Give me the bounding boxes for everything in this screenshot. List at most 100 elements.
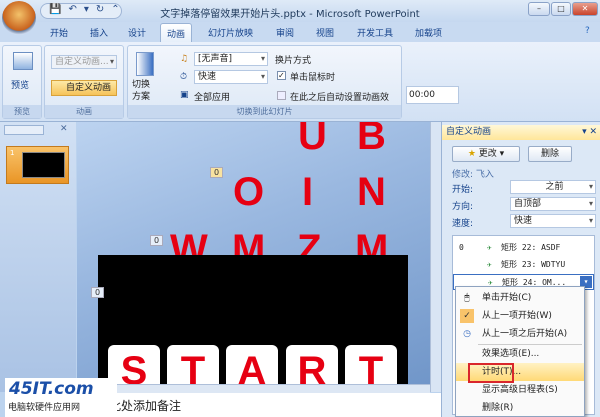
speed-dropdown[interactable]: 快速: [510, 214, 596, 228]
group-label: 动画: [45, 105, 123, 118]
repeat-icon[interactable]: ⌃: [111, 4, 119, 18]
undo-icon[interactable]: ↶: [68, 4, 76, 18]
mouse-icon: 🖱: [464, 293, 470, 303]
item-label: 矩形 23: WDTYU: [501, 260, 566, 269]
animation-tag[interactable]: 0: [210, 167, 224, 178]
close-icon[interactable]: ▾ ✕: [582, 125, 597, 140]
tab-developer[interactable]: 开发工具: [357, 26, 393, 39]
tab-addins[interactable]: 加载项: [415, 26, 442, 39]
highlight-box: [468, 363, 514, 383]
change-button[interactable]: ★ 更改 ▾: [452, 146, 520, 162]
window-title: 文字掉落停留效果开始片头.pptx - Microsoft PowerPoint: [160, 9, 420, 20]
menu-item-show-advanced-timeline[interactable]: 显示高级日程表(S): [456, 381, 584, 399]
custom-animation-button[interactable]: 自定义动画: [51, 80, 117, 96]
speed-dropdown[interactable]: 快速: [194, 70, 268, 84]
modify-label: 修改: 飞入: [452, 170, 494, 180]
slide-canvas[interactable]: U B O I N W M Z M 0 0 S T A R T 0: [77, 122, 430, 392]
minimize-button[interactable]: –: [528, 2, 550, 16]
tab-home[interactable]: 开始: [50, 26, 68, 39]
start-label: 开始:: [452, 185, 474, 195]
change-label: 更改: [478, 149, 497, 159]
on-click-checkbox[interactable]: ✓: [277, 71, 286, 80]
transition-scheme-icon: [136, 52, 154, 76]
menu-item-effect-options[interactable]: 效果选项(E)...: [456, 345, 584, 363]
list-item[interactable]: 0 ✈ 矩形 22: ASDF: [453, 240, 594, 256]
group-label: 切换到此幻灯片: [128, 105, 401, 118]
quick-access-toolbar: 💾 ↶ ▾ ↻ ⌃: [40, 3, 122, 19]
vertical-scrollbar[interactable]: [430, 122, 441, 392]
letter: I: [302, 170, 314, 214]
close-icon[interactable]: ✕: [60, 124, 68, 134]
tab-slideshow[interactable]: 幻灯片放映: [208, 26, 253, 39]
slide-number: 1: [10, 149, 15, 157]
context-menu: 🖱 单击开始(C) ✓ 从上一项开始(W) ◷ 从上一项之后开始(A) 效果选项(E)…: [455, 286, 585, 417]
remove-button[interactable]: 删除: [528, 146, 572, 162]
pane-title: 自定义动画 ▾ ✕: [442, 125, 600, 140]
watermark-logo: 45IT.com 电脑软硬件应用网: [5, 378, 117, 417]
ribbon: 预览 预览 自定义动画... 自定义动画 动画 切换方案 ♫ [无声音] ⏱ 快…: [0, 42, 600, 122]
transition-scheme-button[interactable]: 切换方案: [132, 79, 156, 103]
star-icon: ★: [467, 149, 479, 159]
menu-label: 单击开始(C): [482, 293, 532, 303]
item-label: 矩形 22: ASDF: [501, 243, 561, 252]
menu-item-remove[interactable]: 删除(R): [456, 399, 584, 417]
entrance-icon: ✈: [487, 243, 492, 252]
pane-tabs[interactable]: [4, 125, 44, 135]
apply-all-button[interactable]: 全部应用: [194, 90, 230, 103]
notes-pane[interactable]: 单击此处添加备注: [77, 393, 442, 417]
menu-item-start-on-click[interactable]: 🖱 单击开始(C): [456, 289, 584, 307]
tab-insert[interactable]: 插入: [90, 26, 108, 39]
preview-button[interactable]: 预览: [11, 78, 29, 91]
speed-label: 速度:: [452, 219, 474, 229]
save-icon[interactable]: 💾: [49, 4, 61, 18]
group-animation: 自定义动画... 自定义动画 动画: [44, 45, 124, 119]
tab-animation[interactable]: 动画: [160, 23, 193, 42]
menu-item-start-with-previous[interactable]: ✓ 从上一项开始(W): [456, 307, 584, 325]
black-rectangle[interactable]: S T A R T: [98, 255, 408, 392]
redo-icon[interactable]: ↻: [96, 4, 104, 18]
animate-dropdown[interactable]: 自定义动画...: [51, 55, 117, 69]
letter: B: [357, 122, 386, 158]
group-transition: 切换方案 ♫ [无声音] ⏱ 快速 ▣ 全部应用 换片方式 ✓ 单击鼠标时 在此…: [127, 45, 459, 119]
pane-title-text: 自定义动画: [446, 127, 492, 137]
sound-icon: ♫: [180, 54, 189, 64]
letter: O: [233, 170, 265, 214]
menu-item-timing[interactable]: 计时(T)...: [456, 363, 584, 383]
on-click-label: 单击鼠标时: [290, 73, 336, 83]
chevron-down-icon[interactable]: ▾: [84, 4, 89, 18]
start-dropdown[interactable]: 之前: [510, 180, 596, 194]
list-item[interactable]: ✈ 矩形 23: WDTYU: [453, 257, 594, 273]
tab-design[interactable]: 设计: [128, 26, 146, 39]
tab-review[interactable]: 审阅: [276, 26, 294, 39]
menu-item-start-after-previous[interactable]: ◷ 从上一项之后开始(A): [456, 325, 584, 343]
tab-view[interactable]: 视图: [316, 26, 334, 39]
group-preview: 预览 预览: [2, 45, 42, 119]
letter: U: [298, 122, 327, 158]
horizontal-scrollbar[interactable]: [115, 384, 430, 393]
close-button[interactable]: ✕: [572, 2, 598, 16]
help-icon[interactable]: ?: [585, 26, 590, 36]
direction-label: 方向:: [452, 202, 474, 212]
speed-icon: ⏱: [180, 72, 188, 82]
ribbon-tabs: 开始 插入 设计 动画 幻灯片放映 审阅 视图 开发工具 加载项 ?: [0, 22, 600, 42]
thumbnail-image: [22, 152, 65, 178]
menu-label: 从上一项之后开始(A): [482, 329, 568, 339]
menu-label: 从上一项开始(W): [482, 311, 552, 321]
advance-slide-title: 换片方式: [275, 56, 312, 66]
office-button[interactable]: [2, 1, 36, 35]
slide-thumbnail[interactable]: 1: [6, 146, 69, 184]
auto-after-checkbox[interactable]: [277, 91, 286, 100]
sound-dropdown[interactable]: [无声音]: [194, 52, 268, 66]
slides-pane: ✕ 1: [0, 122, 76, 392]
check-icon: ✓: [460, 309, 474, 323]
apply-all-icon: ▣: [180, 90, 189, 100]
clock-icon: ◷: [463, 329, 471, 339]
animation-tag[interactable]: 0: [150, 235, 164, 246]
preview-icon: [13, 52, 33, 70]
title-bar: 💾 ↶ ▾ ↻ ⌃ 文字掉落停留效果开始片头.pptx - Microsoft …: [0, 0, 600, 35]
direction-dropdown[interactable]: 自顶部: [510, 197, 596, 211]
animation-tag[interactable]: 0: [91, 287, 105, 298]
maximize-button[interactable]: □: [551, 2, 571, 16]
time-spinner[interactable]: 00:00: [406, 86, 459, 104]
letter: N: [357, 170, 386, 214]
